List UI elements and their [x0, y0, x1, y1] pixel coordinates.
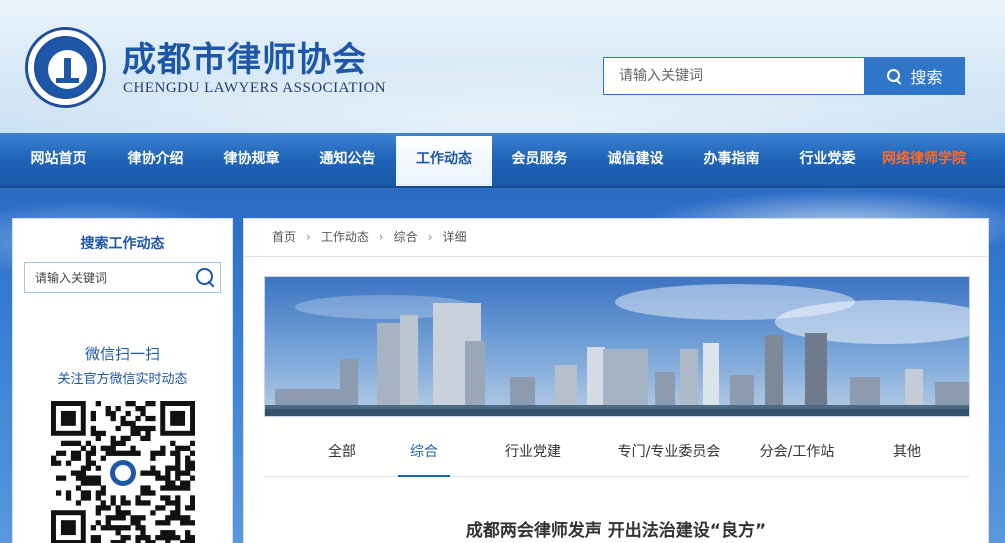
nav-item-integrity[interactable]: 诚信建设	[597, 133, 674, 186]
header-search-button[interactable]: 搜索	[865, 57, 965, 95]
nav-item-work-news[interactable]: 工作动态	[396, 136, 492, 186]
breadcrumb-item[interactable]: 综合	[394, 230, 418, 244]
wechat-subtitle: 关注官方微信实时动态	[57, 372, 188, 387]
nav-item-intro[interactable]: 律协介绍	[117, 133, 194, 186]
sidebar-search-input[interactable]	[24, 262, 221, 293]
nav-item-notice[interactable]: 通知公告	[309, 133, 386, 186]
main-content: 首页 › 工作动态 › 综合 › 详细 全部 综合 行业党建 专门/专业委员会 …	[243, 218, 989, 543]
breadcrumb-item[interactable]: 工作动态	[321, 230, 369, 244]
sidebar: 搜索工作动态 微信扫一扫 关注官方微信实时动态	[12, 218, 233, 543]
search-icon	[196, 268, 216, 288]
association-logo[interactable]	[25, 27, 106, 108]
main-nav: 网站首页 律协介绍 律协规章 通知公告 工作动态 会员服务 诚信建设 办事指南 行业党委 网络律师…	[0, 133, 1005, 188]
breadcrumb-item: 详细	[442, 230, 467, 244]
nav-item-guide[interactable]: 办事指南	[693, 133, 770, 186]
tab-0[interactable]: 全部	[304, 437, 380, 477]
nav-item-home[interactable]: 网站首页	[21, 133, 96, 186]
category-tabs: 全部 综合 行业党建 专门/专业委员会 分会/工作站 其他	[264, 437, 970, 477]
nav-item-member-service[interactable]: 会员服务	[501, 133, 578, 186]
tab-2[interactable]: 行业党建	[484, 437, 582, 477]
chevron-right-icon: ›	[378, 230, 384, 244]
site-header: 成都市律师协会 CHENGDU LAWYERS ASSOCIATION 搜索	[0, 0, 1005, 133]
tab-1[interactable]: 综合	[398, 437, 450, 477]
city-skyline-image	[265, 277, 969, 416]
site-subtitle: CHENGDU LAWYERS ASSOCIATION	[123, 80, 387, 96]
sidebar-search-title: 搜索工作动态	[80, 236, 165, 252]
chevron-right-icon: ›	[306, 230, 311, 244]
breadcrumb: 首页 › 工作动态 › 综合 › 详细	[244, 219, 988, 257]
chevron-right-icon: ›	[427, 230, 433, 244]
breadcrumb-item[interactable]: 首页	[272, 230, 296, 244]
article-title: 成都两会律师发声 开出法治建设“良方”	[465, 521, 767, 541]
nav-item-online-academy[interactable]: 网络律师学院	[876, 133, 972, 186]
site-title[interactable]: 成都市律师协会	[122, 32, 367, 81]
search-icon	[887, 68, 902, 84]
wechat-title: 微信扫一扫	[84, 345, 160, 363]
sidebar-search-button[interactable]	[194, 266, 218, 290]
banner-image	[264, 276, 970, 417]
tab-3[interactable]: 专门/专业委员会	[589, 437, 749, 477]
wechat-qr-code	[51, 401, 195, 543]
nav-item-rules[interactable]: 律协规章	[213, 133, 290, 186]
nav-item-party[interactable]: 行业党委	[789, 133, 866, 186]
tab-5[interactable]: 其他	[864, 437, 950, 477]
search-button-label: 搜索	[910, 68, 943, 87]
header-search-input[interactable]	[603, 57, 865, 95]
tab-4[interactable]: 分会/工作站	[742, 437, 852, 477]
